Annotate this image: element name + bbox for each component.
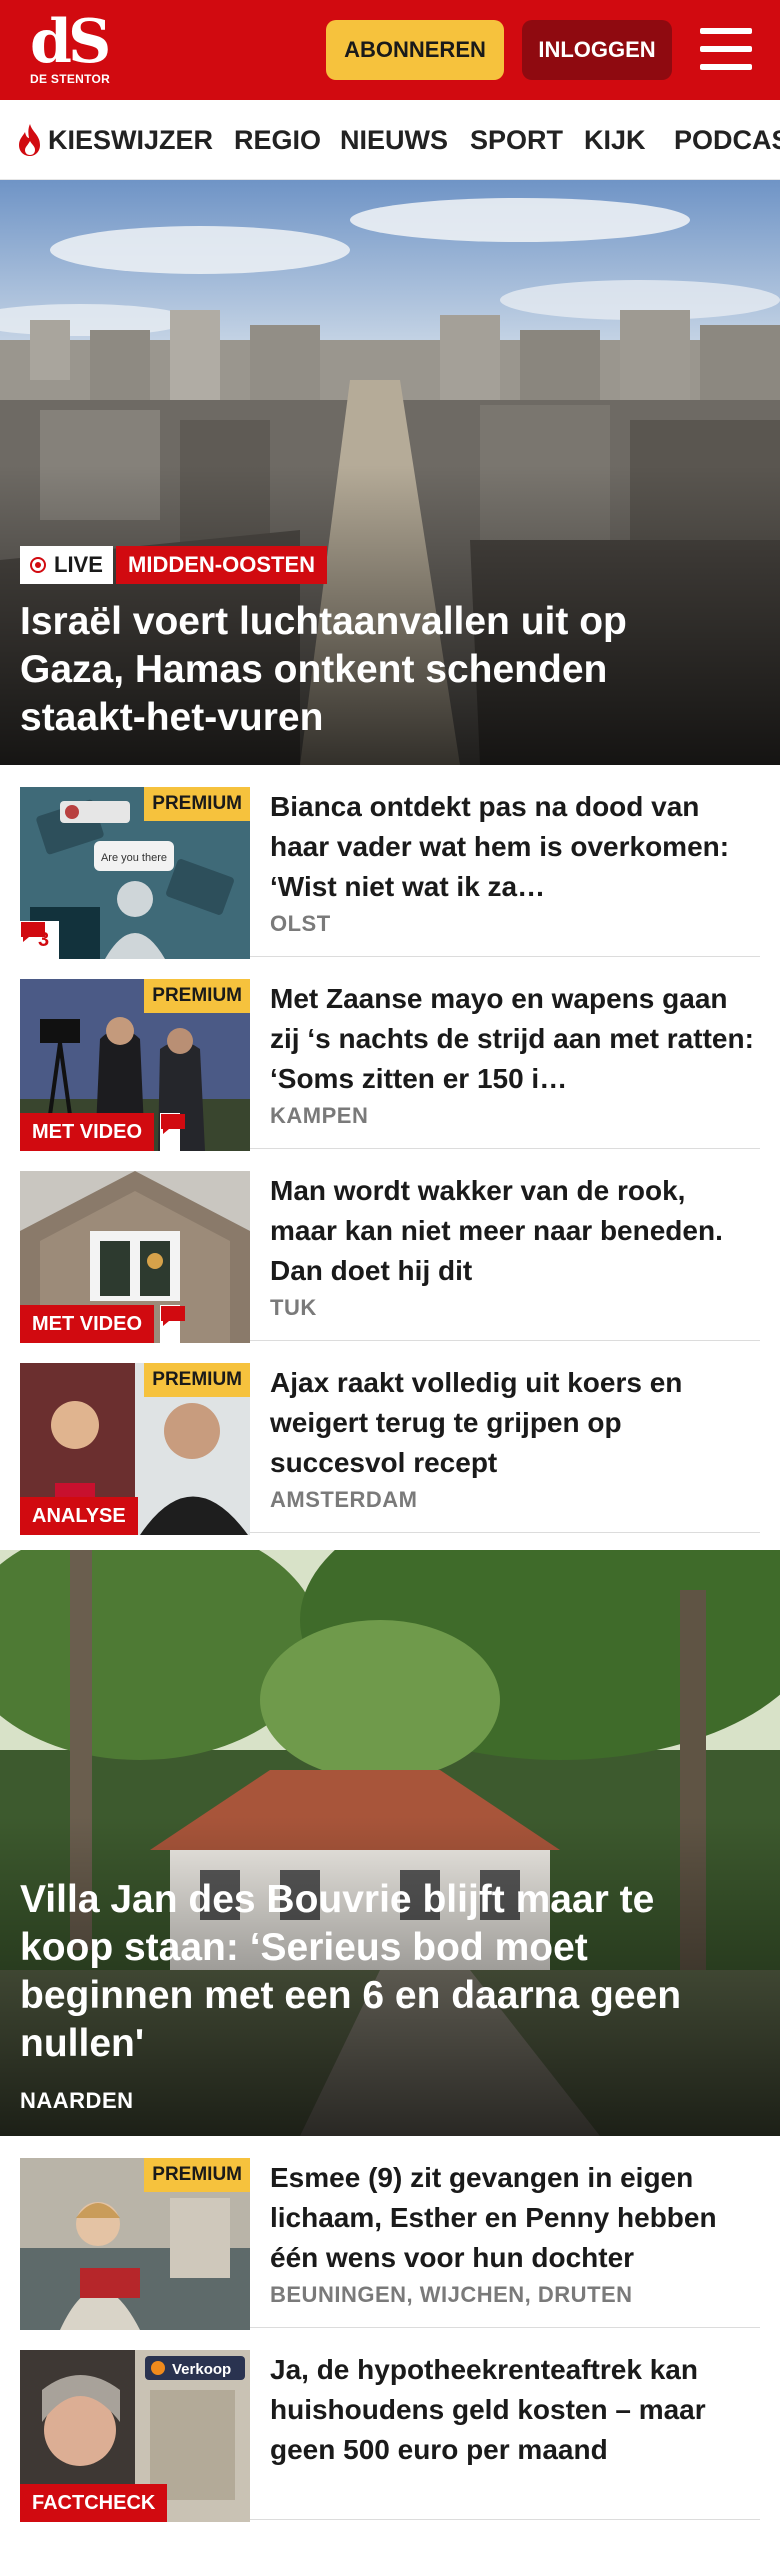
video-badge: MET VIDEO: [20, 1113, 155, 1151]
factcheck-badge: FACTCHECK: [20, 2484, 168, 2522]
site-logo[interactable]: dS DE STENTOR: [28, 10, 112, 90]
article-location: AMSTERDAM: [270, 1487, 418, 1512]
feature-title[interactable]: Villa Jan des Bouvrie blijft maar te koo…: [20, 1876, 740, 2068]
article-title[interactable]: Bianca ontdekt pas na dood van haar vade…: [270, 787, 760, 907]
article-location: BEUNINGEN, WIJCHEN, DRUTEN: [270, 2282, 633, 2307]
article-location: TUK: [270, 1295, 317, 1320]
hero-article[interactable]: LIVE MIDDEN-OOSTEN Israël voert luchtaan…: [0, 180, 780, 765]
article-title[interactable]: Ajax raakt volledig uit koers en weigert…: [270, 1363, 760, 1483]
nav-item-sport[interactable]: SPORT: [470, 100, 563, 179]
sign-text: Verkoop: [172, 2361, 231, 2378]
article-thumbnail: PREMIUM MET VIDEO: [20, 979, 250, 1151]
list-item[interactable]: PREMIUM MET VIDEO Met Zaanse mayo en wap…: [20, 957, 760, 1151]
feature-article[interactable]: Villa Jan des Bouvrie blijft maar te koo…: [0, 1550, 780, 2136]
comment-icon: [161, 1114, 185, 1134]
comment-count[interactable]: 3: [20, 921, 60, 959]
analysis-badge: ANALYSE: [20, 1497, 138, 1535]
video-badge: MET VIDEO: [20, 1305, 155, 1343]
article-title[interactable]: Man wordt wakker van de rook, maar kan n…: [270, 1171, 760, 1291]
nav-item-podcast[interactable]: PODCAS: [674, 100, 780, 179]
comment-button[interactable]: [160, 1113, 185, 1151]
logo-mark: dS: [30, 7, 111, 77]
nav-item-kijk[interactable]: KIJK: [584, 100, 646, 179]
hero-title[interactable]: Israël voert luchtaanvallen uit op Gaza,…: [20, 598, 740, 742]
live-label: LIVE: [54, 552, 103, 577]
live-badge: LIVE: [20, 546, 113, 584]
premium-badge: PREMIUM: [144, 979, 250, 1013]
premium-badge: PREMIUM: [144, 1363, 250, 1397]
article-location: KAMPEN: [270, 1103, 369, 1128]
comment-button[interactable]: [160, 1305, 185, 1343]
main-nav: KIESWIJZER REGIO NIEUWS SPORT KIJK PODCA…: [0, 100, 780, 180]
logo-name: DE STENTOR: [30, 72, 111, 86]
subscribe-button[interactable]: ABONNEREN: [326, 20, 504, 80]
top-header: dS DE STENTOR ABONNEREN INLOGGEN: [0, 0, 780, 100]
svg-text:Are you there: Are you there: [101, 852, 167, 864]
article-thumbnail: Verkoop FACTCHECK: [20, 2350, 250, 2522]
feature-location: NAARDEN: [20, 2088, 134, 2113]
category-badge[interactable]: MIDDEN-OOSTEN: [116, 546, 327, 584]
list-item[interactable]: PREMIUM Esmee (9) zit gevangen in eigen …: [20, 2136, 760, 2330]
premium-badge: PREMIUM: [144, 787, 250, 821]
premium-badge: PREMIUM: [144, 2158, 250, 2192]
article-location: OLST: [270, 911, 331, 936]
list-item[interactable]: Verkoop FACTCHECK Ja, de hypotheekrentea…: [20, 2328, 760, 2522]
nav-item-nieuws[interactable]: NIEUWS: [340, 100, 448, 179]
article-title[interactable]: Ja, de hypotheekrenteaftrek kan huishoud…: [270, 2350, 760, 2470]
nav-item-regio[interactable]: REGIO: [234, 100, 321, 179]
list-item[interactable]: PREMIUM ANALYSE Ajax raakt volledig uit …: [20, 1341, 760, 1535]
nav-item-label: KIESWIJZER: [48, 124, 214, 155]
flame-icon: [19, 124, 40, 156]
article-title[interactable]: Esmee (9) zit gevangen in eigen lichaam,…: [270, 2158, 760, 2278]
article-thumbnail: MET VIDEO: [20, 1171, 250, 1343]
list-item[interactable]: MET VIDEO Man wordt wakker van de rook, …: [20, 1149, 760, 1343]
article-thumbnail: PREMIUM ANALYSE: [20, 1363, 250, 1535]
list-item[interactable]: Are you there PREMIUM 3 Bianca ontdekt p…: [20, 765, 760, 959]
article-title[interactable]: Met Zaanse mayo en wapens gaan zij ‘s na…: [270, 979, 760, 1099]
comment-icon: [161, 1306, 185, 1326]
live-dot-icon: [30, 557, 46, 573]
hamburger-menu-icon[interactable]: [700, 26, 752, 72]
nav-item-kieswijzer[interactable]: KIESWIJZER: [16, 100, 214, 179]
login-button[interactable]: INLOGGEN: [522, 20, 672, 80]
article-thumbnail: PREMIUM: [20, 2158, 250, 2330]
comment-icon: [21, 922, 45, 942]
article-thumbnail: Are you there PREMIUM 3: [20, 787, 250, 959]
